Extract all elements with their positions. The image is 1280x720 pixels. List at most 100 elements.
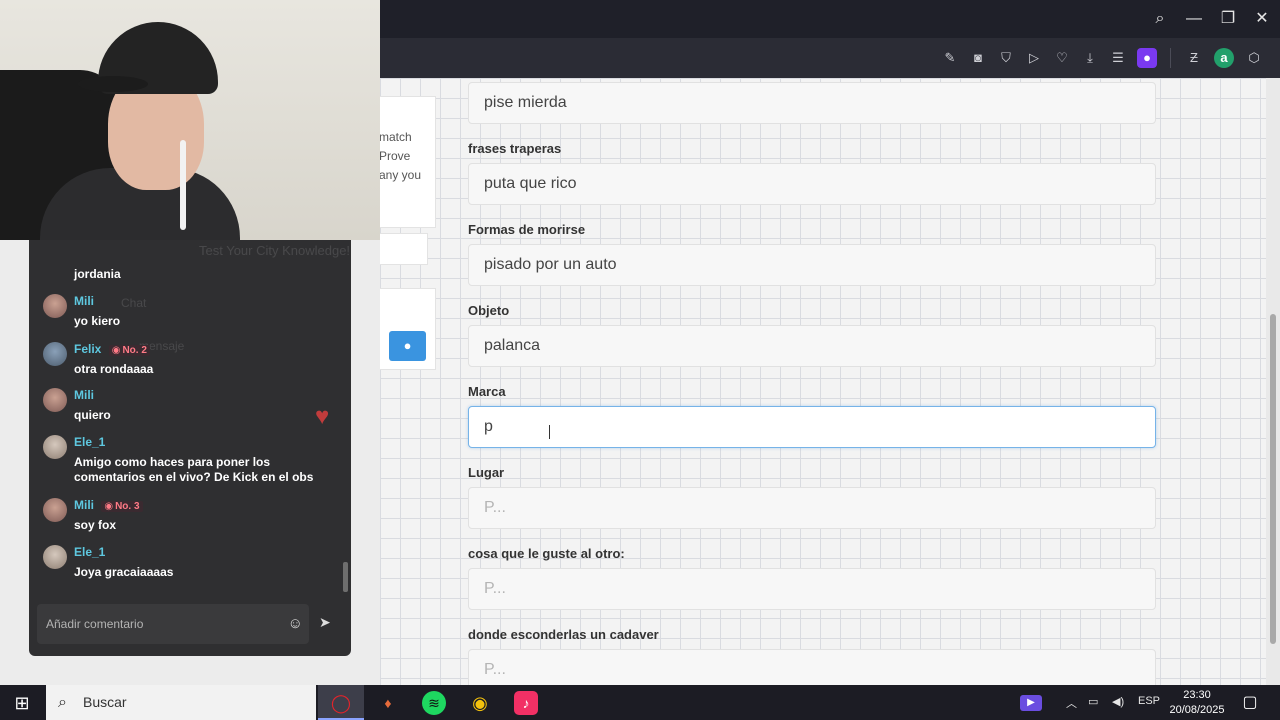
avatar bbox=[43, 342, 67, 366]
emoji-icon[interactable]: ☺ bbox=[288, 604, 303, 644]
page-scrollbar[interactable] bbox=[1266, 78, 1280, 685]
avatar bbox=[43, 498, 67, 522]
language-indicator[interactable]: ESP bbox=[1138, 695, 1160, 707]
taskbar-search[interactable]: ⌕ Buscar bbox=[46, 685, 316, 720]
form-field[interactable]: pise mierda bbox=[468, 82, 1156, 124]
form-field[interactable]: pisado por un auto bbox=[468, 244, 1156, 286]
comment-input[interactable]: Añadir comentario ☺ bbox=[37, 604, 309, 644]
chat-username[interactable]: Mili ◉ No. 3 bbox=[74, 498, 143, 512]
form-field[interactable]: P... bbox=[468, 487, 1156, 529]
chrome-icon[interactable]: ◉ bbox=[468, 691, 492, 715]
rank-badge: ◉ No. 2 bbox=[108, 345, 150, 356]
message-card: ● bbox=[380, 288, 436, 370]
input-box[interactable] bbox=[380, 233, 428, 265]
ghost-text: Test Your City Knowledge! bbox=[199, 243, 351, 258]
camera-icon[interactable]: ◙ bbox=[968, 48, 988, 68]
medal-icon: ◉ bbox=[104, 501, 114, 512]
rank-badge: ◉ No. 3 bbox=[101, 501, 143, 512]
clock[interactable]: 23:30 20/08/2025 bbox=[1164, 688, 1230, 718]
chat-text: Amigo como haces para poner los comentar… bbox=[74, 455, 314, 484]
spotify-icon[interactable]: ≋ bbox=[422, 691, 446, 715]
chat-scrollbar[interactable] bbox=[343, 562, 348, 592]
form-field[interactable]: P... bbox=[468, 649, 1156, 685]
chat-text: otra rondaaaa bbox=[74, 362, 154, 376]
form-field[interactable]: puta que rico bbox=[468, 163, 1156, 205]
chat-text: jordania bbox=[74, 267, 121, 281]
webcam-overlay bbox=[0, 0, 380, 240]
toolbar-divider bbox=[1170, 48, 1171, 68]
chevron-up-icon[interactable]: ︿ bbox=[1066, 695, 1077, 711]
form-field[interactable]: P... bbox=[468, 568, 1156, 610]
field-label: Lugar bbox=[468, 465, 505, 480]
video-app-icon[interactable]: ▶ bbox=[1020, 695, 1042, 711]
chat-text: Joya gracaiaaaas bbox=[74, 565, 174, 579]
info-card: match Prove any you bbox=[380, 96, 436, 228]
close-button[interactable]: ✕ bbox=[1252, 9, 1272, 29]
medal-icon: ◉ bbox=[111, 345, 121, 356]
chat-bubble-button[interactable]: ● bbox=[389, 331, 426, 361]
notification-icon[interactable]: ▢ bbox=[1238, 691, 1262, 715]
chat-username-text: Felix bbox=[74, 342, 102, 356]
profile-icon[interactable]: ● bbox=[1137, 48, 1157, 68]
app-icon[interactable]: ♦ bbox=[376, 691, 400, 715]
chat-username-text: Mili bbox=[74, 498, 94, 512]
taskbar-search-label: Buscar bbox=[83, 694, 127, 710]
edit-icon[interactable]: ✎ bbox=[940, 48, 960, 68]
clock-time: 23:30 bbox=[1183, 689, 1211, 701]
avatar bbox=[43, 545, 67, 569]
windows-taskbar: ⊞ ⌕ Buscar ◯ ♦ ≋ ◉ ♪ ▶ ︿ ▭ ◀) ESP 23:30 … bbox=[0, 685, 1280, 720]
webcam-cap bbox=[78, 76, 148, 92]
webcam-earphone bbox=[180, 140, 186, 230]
text-cursor bbox=[549, 425, 557, 439]
field-label: frases traperas bbox=[468, 141, 562, 156]
chat-username[interactable]: Ele_1 bbox=[74, 435, 105, 449]
tiktok-icon[interactable]: ♪ bbox=[514, 691, 538, 715]
chat-username[interactable]: Mili bbox=[74, 294, 94, 308]
cube-icon[interactable]: ⬡ bbox=[1244, 48, 1264, 68]
field-label: Objeto bbox=[468, 303, 510, 318]
chat-username[interactable]: Ele_1 bbox=[74, 545, 105, 559]
taskbar-app-opera[interactable]: ◯ bbox=[318, 685, 364, 720]
restore-button[interactable]: ❐ bbox=[1218, 9, 1238, 29]
card-line: any you bbox=[380, 168, 422, 182]
rank-text: No. 3 bbox=[115, 501, 140, 512]
play-icon[interactable]: ▷ bbox=[1024, 48, 1044, 68]
rank-text: No. 2 bbox=[122, 345, 147, 356]
chat-text: soy fox bbox=[74, 518, 117, 532]
heart-icon: ♥ bbox=[315, 403, 330, 430]
chat-text: yo kiero bbox=[74, 314, 121, 328]
scrollbar-thumb[interactable] bbox=[1270, 314, 1276, 644]
send-icon[interactable]: ➤ bbox=[319, 614, 331, 631]
clock-date: 20/08/2025 bbox=[1169, 704, 1225, 716]
avatar bbox=[43, 435, 67, 459]
minimize-button[interactable]: — bbox=[1184, 9, 1204, 29]
network-icon[interactable]: ▭ bbox=[1088, 695, 1098, 708]
search-icon: ⌕ bbox=[58, 694, 67, 711]
chat-username[interactable]: Felix ◉ No. 2 bbox=[74, 342, 150, 356]
menu-icon[interactable]: ☰ bbox=[1108, 48, 1128, 68]
chat-text: quiero bbox=[74, 408, 111, 422]
field-label: cosa que le guste al otro: bbox=[468, 546, 625, 561]
extension-a-icon[interactable]: a bbox=[1214, 48, 1234, 68]
search-icon[interactable]: ⌕ bbox=[1150, 9, 1170, 29]
heart-icon[interactable]: ♡ bbox=[1052, 48, 1072, 68]
chat-username[interactable]: Mili bbox=[74, 388, 94, 402]
field-label: donde esconderlas un cadaver bbox=[468, 627, 659, 642]
shield-icon[interactable]: ⛉ bbox=[996, 48, 1016, 68]
chat-overlay: Test Your City Knowledge! Chat mensaje j… bbox=[29, 240, 351, 656]
field-label: Marca bbox=[468, 384, 506, 399]
windows-start-icon[interactable]: ⊞ bbox=[10, 691, 34, 715]
avatar bbox=[43, 388, 67, 412]
comment-placeholder: Añadir comentario bbox=[46, 617, 144, 631]
form-field[interactable]: palanca bbox=[468, 325, 1156, 367]
ghost-text: Chat bbox=[121, 296, 147, 310]
download-icon[interactable]: ⤓ bbox=[1080, 48, 1100, 68]
opera-icon: ◯ bbox=[330, 693, 352, 713]
web-page: match Prove any you ● pise mierda frases… bbox=[380, 78, 1280, 685]
volume-icon[interactable]: ◀) bbox=[1112, 695, 1124, 708]
card-line: Prove bbox=[380, 149, 411, 163]
card-line: match bbox=[380, 130, 412, 144]
extension-z-icon[interactable]: Ƶ bbox=[1184, 48, 1204, 68]
avatar bbox=[43, 294, 67, 318]
form-field-active[interactable]: p bbox=[468, 406, 1156, 448]
